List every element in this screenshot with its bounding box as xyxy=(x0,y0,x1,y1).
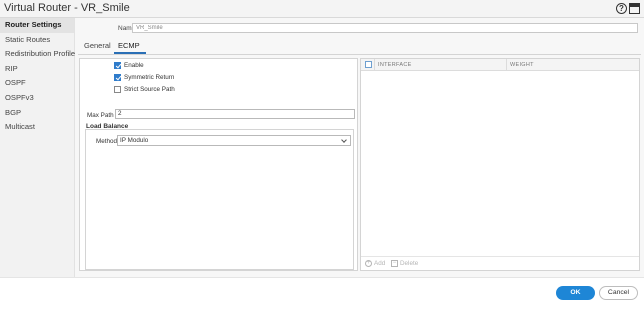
column-divider xyxy=(506,59,507,71)
ecmp-settings-panel: Enable Symmetric Return Strict Source Pa… xyxy=(79,58,358,271)
interface-grid: INTERFACE WEIGHT + Add − Delete xyxy=(360,58,640,271)
tab-general[interactable]: General xyxy=(84,41,111,50)
enable-label: Enable xyxy=(124,62,144,69)
chevron-down-icon xyxy=(341,137,347,143)
tab-divider xyxy=(78,54,641,55)
add-label: Add xyxy=(374,260,386,267)
sidebar-item-router-settings[interactable]: Router Settings xyxy=(0,18,74,33)
name-input[interactable] xyxy=(132,23,638,33)
sidebar: Router Settings Static Routes Redistribu… xyxy=(0,18,75,277)
enable-row: Enable xyxy=(114,62,144,69)
sidebar-item-bgp[interactable]: BGP xyxy=(0,106,74,121)
title-bar: Virtual Router - VR_Smile ? xyxy=(0,0,644,18)
strict-source-path-checkbox[interactable] xyxy=(114,86,121,93)
main-content: Name General ECMP Enable Symmetric Retur… xyxy=(75,18,644,277)
sidebar-item-redistribution-profile[interactable]: Redistribution Profile xyxy=(0,47,75,62)
max-path-input[interactable]: 2 xyxy=(115,109,355,119)
method-value: IP Modulo xyxy=(120,137,149,144)
sidebar-item-static-routes[interactable]: Static Routes xyxy=(0,33,74,48)
select-all-checkbox[interactable] xyxy=(365,61,372,68)
strict-source-path-label: Strict Source Path xyxy=(124,86,175,93)
delete-label: Delete xyxy=(400,260,419,267)
help-icon[interactable]: ? xyxy=(616,3,627,14)
method-label: Method xyxy=(96,138,118,145)
column-header-weight[interactable]: WEIGHT xyxy=(510,62,534,68)
footer-divider xyxy=(0,277,644,278)
add-button[interactable]: + Add xyxy=(365,260,385,267)
symmetric-return-row: Symmetric Return xyxy=(114,74,174,81)
max-path-label: Max Path xyxy=(87,112,114,119)
grid-header: INTERFACE WEIGHT xyxy=(361,59,639,71)
sidebar-item-rip[interactable]: RIP xyxy=(0,62,74,77)
strict-source-path-row: Strict Source Path xyxy=(114,86,175,93)
cancel-button[interactable]: Cancel xyxy=(599,286,638,300)
grid-footer: + Add − Delete xyxy=(361,256,639,270)
symmetric-return-label: Symmetric Return xyxy=(124,74,175,81)
sidebar-item-ospf[interactable]: OSPF xyxy=(0,76,74,91)
delete-button[interactable]: − Delete xyxy=(391,260,418,267)
enable-checkbox[interactable] xyxy=(114,62,121,69)
symmetric-return-checkbox[interactable] xyxy=(114,74,121,81)
sidebar-item-ospfv3[interactable]: OSPFv3 xyxy=(0,91,74,106)
column-divider xyxy=(374,59,375,71)
title-icons: ? xyxy=(616,3,640,14)
sidebar-item-multicast[interactable]: Multicast xyxy=(0,120,74,135)
minus-icon: − xyxy=(391,260,398,267)
method-select[interactable]: IP Modulo xyxy=(117,135,351,146)
window-title: Virtual Router - VR_Smile xyxy=(4,2,130,14)
maximize-icon[interactable] xyxy=(629,3,640,14)
ok-button[interactable]: OK xyxy=(556,286,595,300)
column-header-interface[interactable]: INTERFACE xyxy=(378,62,412,68)
plus-icon: + xyxy=(365,260,372,267)
tab-ecmp[interactable]: ECMP xyxy=(118,41,140,50)
load-balance-group: Method IP Modulo xyxy=(85,129,354,270)
